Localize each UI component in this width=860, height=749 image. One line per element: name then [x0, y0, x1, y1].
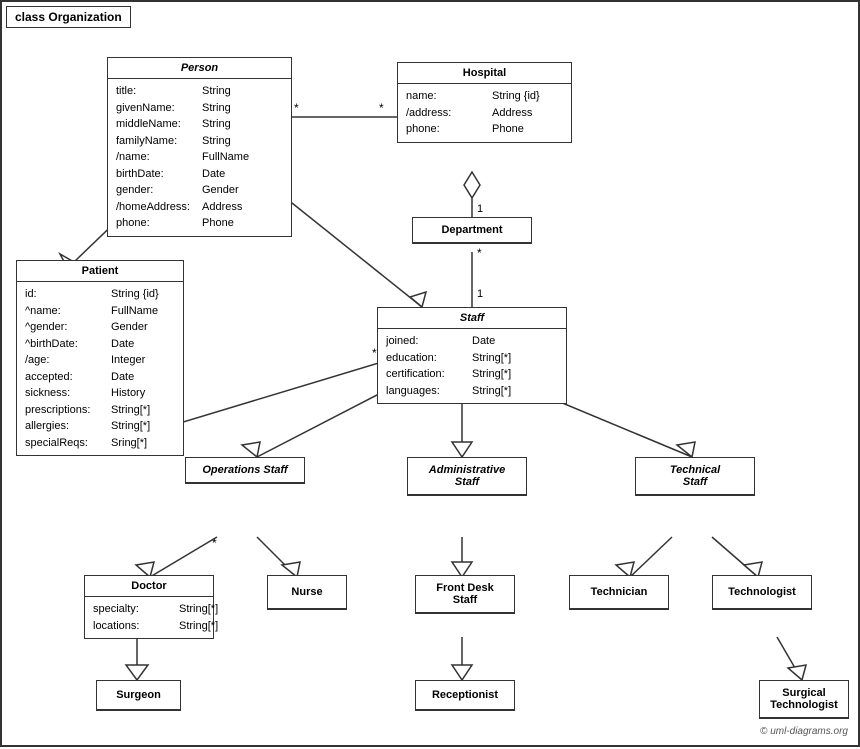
- front-desk-staff-name: Front DeskStaff: [416, 576, 514, 613]
- class-department: Department: [412, 217, 532, 244]
- staff-name: Staff: [378, 308, 566, 329]
- hospital-attrs: name:String {id} /address:Address phone:…: [398, 84, 571, 142]
- operations-staff-name: Operations Staff: [186, 458, 304, 483]
- technician-name: Technician: [570, 576, 668, 609]
- class-front-desk-staff: Front DeskStaff: [415, 575, 515, 614]
- svg-text:*: *: [477, 246, 482, 260]
- staff-attrs: joined:Date education:String[*] certific…: [378, 329, 566, 403]
- copyright: © uml-diagrams.org: [760, 726, 848, 737]
- svg-text:*: *: [294, 101, 299, 115]
- receptionist-name: Receptionist: [416, 681, 514, 710]
- administrative-staff-name: AdministrativeStaff: [408, 458, 526, 495]
- class-receptionist: Receptionist: [415, 680, 515, 711]
- class-surgical-technologist: SurgicalTechnologist: [759, 680, 849, 719]
- patient-name: Patient: [17, 261, 183, 282]
- surgeon-name: Surgeon: [97, 681, 180, 710]
- department-name: Department: [413, 218, 531, 243]
- doctor-name: Doctor: [85, 576, 213, 597]
- class-hospital: Hospital name:String {id} /address:Addre…: [397, 62, 572, 143]
- class-technical-staff: TechnicalStaff: [635, 457, 755, 496]
- class-operations-staff: Operations Staff: [185, 457, 305, 484]
- doctor-attrs: specialty:String[*] locations:String[*]: [85, 597, 213, 638]
- technical-staff-name: TechnicalStaff: [636, 458, 754, 495]
- class-doctor: Doctor specialty:String[*] locations:Str…: [84, 575, 214, 639]
- class-technician: Technician: [569, 575, 669, 610]
- hospital-name: Hospital: [398, 63, 571, 84]
- class-technologist: Technologist: [712, 575, 812, 610]
- patient-attrs: id:String {id} ^name:FullName ^gender:Ge…: [17, 282, 183, 455]
- class-administrative-staff: AdministrativeStaff: [407, 457, 527, 496]
- diagram-container: class Organization: [0, 0, 860, 747]
- surgical-technologist-name: SurgicalTechnologist: [760, 681, 848, 718]
- svg-text:*: *: [212, 536, 217, 550]
- person-attrs: title:String givenName:String middleName…: [108, 79, 291, 236]
- svg-text:1: 1: [477, 288, 483, 300]
- technologist-name: Technologist: [713, 576, 811, 609]
- class-surgeon: Surgeon: [96, 680, 181, 711]
- class-patient: Patient id:String {id} ^name:FullName ^g…: [16, 260, 184, 456]
- svg-text:*: *: [379, 101, 384, 115]
- class-staff: Staff joined:Date education:String[*] ce…: [377, 307, 567, 404]
- person-name: Person: [108, 58, 291, 79]
- class-nurse: Nurse: [267, 575, 347, 610]
- class-person: Person title:String givenName:String mid…: [107, 57, 292, 237]
- nurse-name: Nurse: [268, 576, 346, 609]
- diagram-title: class Organization: [6, 6, 131, 28]
- svg-text:1: 1: [477, 203, 483, 215]
